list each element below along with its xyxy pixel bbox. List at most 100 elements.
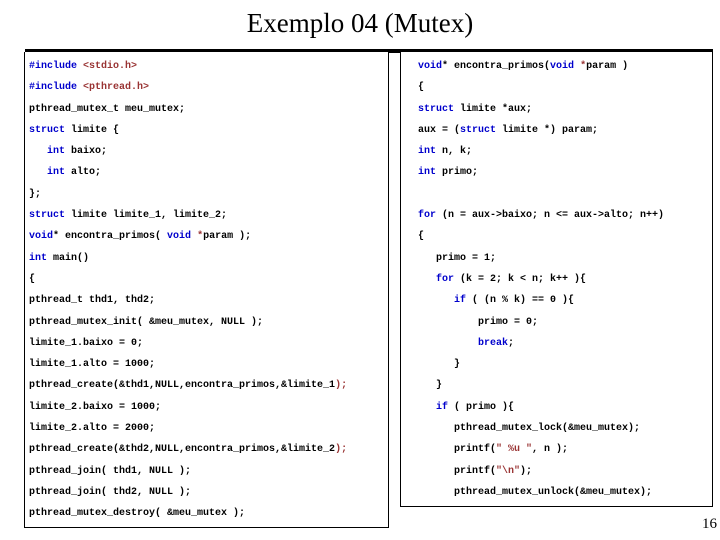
code-keyword: int [47,167,66,179]
code-line: } [401,354,712,375]
code-text: ); [520,465,533,477]
code-line: int n, k; [401,141,712,162]
code-line: { [25,269,388,290]
code-line: }; [25,184,388,205]
code-line: pthread_join( thd1, NULL ); [25,461,388,482]
left-code-listing: #include <stdio.h> #include <pthread.h> pt… [25,52,388,527]
code-text: pthread_mutex_unlock(&meu_mutex); [418,486,653,498]
code-line: limite_2.baixo = 1000; [25,397,388,418]
code-line: { [401,226,712,247]
code-keyword: void [418,61,443,72]
code-keyword: int [29,252,48,264]
code-text: * encontra_primos( [53,231,168,243]
code-text: limite_2.baixo = 1000; [29,401,162,413]
code-text: pthread_mutex_lock(&meu_mutex); [418,423,641,435]
code-text: alto; [65,167,102,179]
code-text: pthread_mutex_destroy( &meu_mutex ); [29,508,246,520]
code-line: #include <pthread.h> [25,77,388,98]
code-keyword: #include [29,61,78,72]
code-text: { [29,273,36,285]
code-keyword: struct [29,124,66,136]
code-text: pthread_mutex_init( &meu_mutex, NULL ); [29,316,264,328]
code-keyword: void [550,61,575,72]
code-string: "\n" [496,465,521,477]
code-text: limite *aux; [454,103,533,115]
code-line: { [401,77,712,98]
code-line: pthread_mutex_t meu_mutex; [25,99,388,120]
code-text: pthread_mutex_t meu_mutex; [29,103,186,115]
code-line: pthread_t thd1, thd2; [25,290,388,311]
code-line: primo = 1; [401,248,712,269]
code-text: limite *) param; [496,124,599,136]
code-text: } [418,359,461,371]
code-string: " %u " [496,444,533,456]
slide-canvas: Exemplo 04 (Mutex) #include <stdio.h> #in… [0,0,720,540]
code-line: for (k = 2; k < n; k++ ){ [401,269,712,290]
code-line: pthread_mutex_init( &meu_mutex, NULL ); [25,312,388,333]
code-string: <stdio.h> [83,61,138,72]
page-title: Exemplo 04 (Mutex) [246,8,474,38]
code-text: }; [29,188,42,200]
code-line: aux = (struct limite *) param; [401,120,712,141]
right-code-panel: void* encontra_primos(void *param ) { stru… [400,52,713,507]
code-text: primo = 1; [418,252,497,264]
code-text: baixo; [65,146,108,158]
code-line: pthread_mutex_destroy( &meu_mutex ); [25,503,388,524]
code-line: for (n = aux->baixo; n <= aux->alto; n++… [401,205,712,226]
code-line: pthread_join( thd2, NULL ); [25,482,388,503]
code-text: pthread_create(&thd2,NULL,encontra_primo… [29,444,336,456]
code-text: pthread_join( thd2, NULL ); [29,486,192,498]
code-text: (k = 2; k < n; k++ ){ [454,273,587,285]
code-line: printf(" %u ", n ); [401,439,712,460]
code-string: <pthread.h> [83,82,150,94]
code-line: int baixo; [25,141,388,162]
page-number: 16 [702,516,717,532]
code-line: struct limite limite_1, limite_2; [25,205,388,226]
code-text: (n = aux->baixo; n <= aux->alto; n++) [436,210,665,222]
code-keyword: if [454,295,467,307]
code-line: } [401,503,712,506]
code-keyword: if [436,401,449,413]
code-keyword: int [418,146,437,158]
code-line: void* encontra_primos(void *param ) [401,56,712,77]
code-line: pthread_mutex_lock(&meu_mutex); [401,418,712,439]
code-line: limite_1.baixo = 0; [25,333,388,354]
code-keyword: for [418,210,437,222]
code-line: void* encontra_primos( void *param ); [25,226,388,247]
code-string: * [191,231,204,243]
code-keyword: void [167,231,192,243]
code-keyword: for [436,273,455,285]
code-line: primo = 0; [401,312,712,333]
code-string: ); [335,444,348,456]
code-string: * [574,61,587,72]
code-line: system ("pause"); [25,525,388,527]
code-text: ( (n % k) == 0 ){ [466,295,575,307]
code-text: * encontra_primos( [442,61,551,72]
code-text: primo; [436,167,479,179]
code-text: param ); [203,231,252,243]
code-text: main() [47,252,90,264]
code-keyword: int [418,167,437,179]
code-line: if ( primo ){ [401,397,712,418]
code-text: pthread_create(&thd1,NULL,encontra_primo… [29,380,336,392]
code-keyword: #include [29,82,78,94]
code-text: limite_2.alto = 2000; [29,423,156,435]
code-line: break; [401,333,712,354]
code-text: { [418,82,425,94]
code-text: pthread_join( thd1, NULL ); [29,465,192,477]
code-text: printf( [418,444,497,456]
code-keyword: void [29,231,54,243]
code-string: ); [335,380,348,392]
code-text: limite_1.baixo = 0; [29,337,144,349]
code-text: { [418,231,425,243]
code-text: primo = 0; [418,316,539,328]
code-line: limite_2.alto = 2000; [25,418,388,439]
code-text: } [418,380,443,392]
code-line: struct limite *aux; [401,99,712,120]
